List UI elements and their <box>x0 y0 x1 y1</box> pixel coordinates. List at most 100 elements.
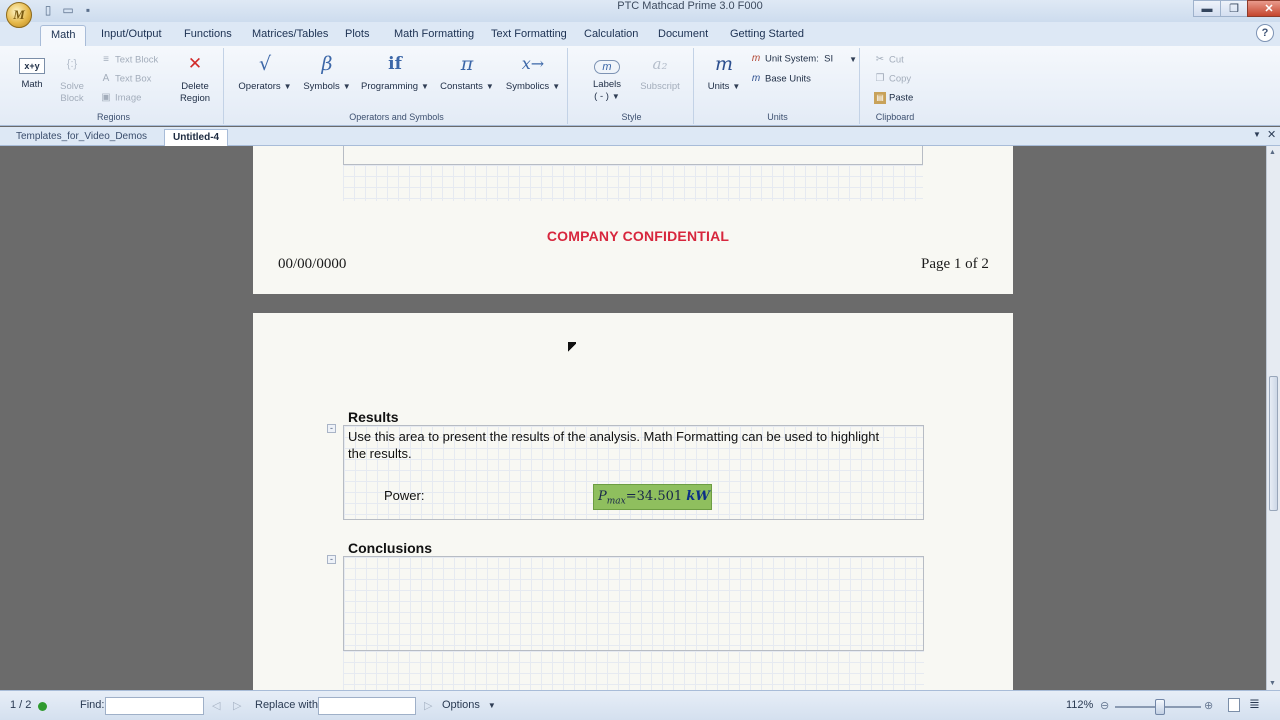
footer-page-number: Page 1 of 2 <box>921 256 989 272</box>
results-collapse-icon[interactable]: - <box>327 424 336 433</box>
tab-plots[interactable]: Plots <box>335 25 379 46</box>
zoom-in-icon[interactable]: ⊕ <box>1204 699 1213 712</box>
replace-input[interactable] <box>318 697 416 715</box>
text-block-icon: ≡ <box>103 54 109 65</box>
ribbon-tab-bar: Math Input/Output Functions Matrices/Tab… <box>0 22 1280 46</box>
style-group-label: Style <box>621 112 642 122</box>
clipboard-group-label: Clipboard <box>875 112 915 122</box>
constants-button[interactable]: π Constants ▼ <box>436 52 498 93</box>
image-button[interactable]: ▣ Image <box>100 92 141 104</box>
beta-symbol-icon: β <box>321 53 333 75</box>
operators-group-label: Operators and Symbols <box>349 112 444 122</box>
paste-button[interactable]: ▤ Paste <box>874 92 913 104</box>
text-box-icon: A <box>102 73 110 84</box>
calculation-status-icon <box>38 702 47 711</box>
text-block-button[interactable]: ≡ Text Block <box>100 54 158 66</box>
page-1: COMPANY CONFIDENTIAL 00/00/0000 Page 1 o… <box>253 146 1013 294</box>
text-box-button[interactable]: A Text Box <box>100 73 152 85</box>
close-button[interactable]: ✕ <box>1247 0 1280 17</box>
regions-group: x+y Math {:} Solve Block ≡ Text Block A Te… <box>4 48 224 124</box>
units-button[interactable]: m Units ▼ <box>702 52 746 93</box>
window-title: PTC Mathcad Prime 3.0 F000 <box>617 0 763 12</box>
doc-tab-untitled-4[interactable]: Untitled-4 <box>164 129 229 146</box>
find-previous-icon[interactable]: ◁ <box>212 699 220 712</box>
page2-grid-below <box>343 651 924 690</box>
tab-matrices-tables[interactable]: Matrices/Tables <box>242 25 338 46</box>
delete-region-button[interactable]: ✕ Delete Region <box>174 52 216 105</box>
help-button[interactable]: ? <box>1256 24 1274 42</box>
tab-input-output[interactable]: Input/Output <box>91 25 172 46</box>
results-text-line2: the results. <box>348 446 412 461</box>
minimize-button[interactable]: ▬ <box>1193 0 1221 17</box>
doc-close-icon[interactable]: ✕ <box>1267 128 1276 141</box>
programming-button[interactable]: if Programming ▼ <box>358 52 432 93</box>
pmax-math-region[interactable]: Pmax=34.501 kW <box>593 484 712 510</box>
clipboard-group: ✂ Cut ❐ Copy ▤ Paste Clipboard <box>862 48 928 124</box>
find-input[interactable] <box>105 697 204 715</box>
tab-text-formatting[interactable]: Text Formatting <box>481 25 577 46</box>
cut-button[interactable]: ✂ Cut <box>874 54 904 66</box>
scroll-up-icon[interactable]: ▲ <box>1269 149 1276 156</box>
doc-list-dropdown-icon[interactable]: ▼ <box>1253 130 1261 139</box>
tab-functions[interactable]: Functions <box>174 25 242 46</box>
regions-group-label: Regions <box>96 112 131 122</box>
title-bar: ▯ ▭ ▪ PTC Mathcad Prime 3.0 F000 ▬ ❐ ✕ <box>0 0 1280 22</box>
unit-system-icon: m <box>751 53 761 64</box>
base-units-icon: m <box>751 73 761 84</box>
unit-system-dropdown[interactable]: m Unit System: SI ▼ <box>750 53 857 65</box>
style-group: m Labels ( - ) ▼ a₂ Subscript Style <box>570 48 694 124</box>
symbolics-button[interactable]: x→ Symbolics ▼ <box>502 52 564 93</box>
power-label: Power: <box>384 488 425 503</box>
results-text-line1: Use this area to present the results of … <box>348 429 880 444</box>
programming-if-icon: if <box>388 54 402 74</box>
copy-button[interactable]: ❐ Copy <box>874 73 912 85</box>
scroll-thumb[interactable] <box>1269 376 1278 511</box>
status-bar: 1 / 2 Find: ◁ ▷ Replace with: ▷ Options ▼… <box>0 690 1280 720</box>
worksheet-area[interactable]: COMPANY CONFIDENTIAL 00/00/0000 Page 1 o… <box>0 146 1266 690</box>
conclusions-collapse-icon[interactable]: - <box>327 555 336 564</box>
doc-tab-templates[interactable]: Templates_for_Video_Demos <box>8 129 155 146</box>
symbols-button[interactable]: β Symbols ▼ <box>298 52 356 93</box>
results-heading[interactable]: Results <box>348 409 399 425</box>
labels-button[interactable]: m Labels ( - ) ▼ <box>584 52 630 103</box>
page-view-icon[interactable] <box>1228 698 1240 712</box>
tab-math-formatting[interactable]: Math Formatting <box>384 25 484 46</box>
zoom-level: 112% <box>1066 699 1094 711</box>
replace-icon[interactable]: ▷ <box>424 699 432 712</box>
base-units-button[interactable]: m Base Units <box>750 73 811 85</box>
pi-constant-icon: π <box>460 53 474 75</box>
subscript-button[interactable]: a₂ Subscript <box>636 52 684 93</box>
zoom-out-icon[interactable]: ⊖ <box>1100 699 1109 712</box>
restore-button[interactable]: ❐ <box>1220 0 1248 17</box>
zoom-slider-thumb[interactable] <box>1155 699 1165 715</box>
subscript-icon: a₂ <box>652 55 668 73</box>
tab-math[interactable]: Math <box>40 25 87 46</box>
conclusions-heading[interactable]: Conclusions <box>348 540 432 556</box>
scissors-icon: ✂ <box>875 54 885 65</box>
tab-document[interactable]: Document <box>648 25 718 46</box>
find-next-icon[interactable]: ▷ <box>233 699 241 712</box>
solve-block-button[interactable]: {:} Solve Block <box>54 52 90 105</box>
window-controls: ▬ ❐ ✕ <box>1193 0 1280 17</box>
footer-date: 00/00/0000 <box>278 256 347 272</box>
draft-view-icon[interactable]: ≣ <box>1249 696 1260 712</box>
math-region-button[interactable]: x+y Math <box>14 52 50 91</box>
tab-getting-started[interactable]: Getting Started <box>720 25 814 46</box>
page-indicator: 1 / 2 <box>10 699 32 711</box>
units-group-label: Units <box>767 112 788 122</box>
find-label: Find: <box>80 699 105 711</box>
tab-calculation[interactable]: Calculation <box>574 25 648 46</box>
operators-button[interactable]: √ Operators ▼ <box>234 52 296 93</box>
conclusions-area[interactable] <box>343 556 924 651</box>
labels-icon: m <box>594 60 620 74</box>
delete-region-icon: ✕ <box>187 54 203 73</box>
operators-symbols-group: √ Operators ▼ β Symbols ▼ if Programming ▼ … <box>226 48 568 124</box>
scroll-down-icon[interactable]: ▼ <box>1269 680 1276 687</box>
options-dropdown[interactable]: Options ▼ <box>442 699 496 711</box>
mouse-cursor <box>568 342 576 354</box>
app-menu-orb[interactable]: M <box>6 2 32 28</box>
units-m-icon: m <box>714 53 734 75</box>
solve-block-icon: {:} <box>66 58 78 70</box>
units-group: m Units ▼ m Unit System: SI ▼ m Base Units U… <box>696 48 860 124</box>
vertical-scrollbar[interactable]: ▲ ▼ <box>1266 146 1280 690</box>
